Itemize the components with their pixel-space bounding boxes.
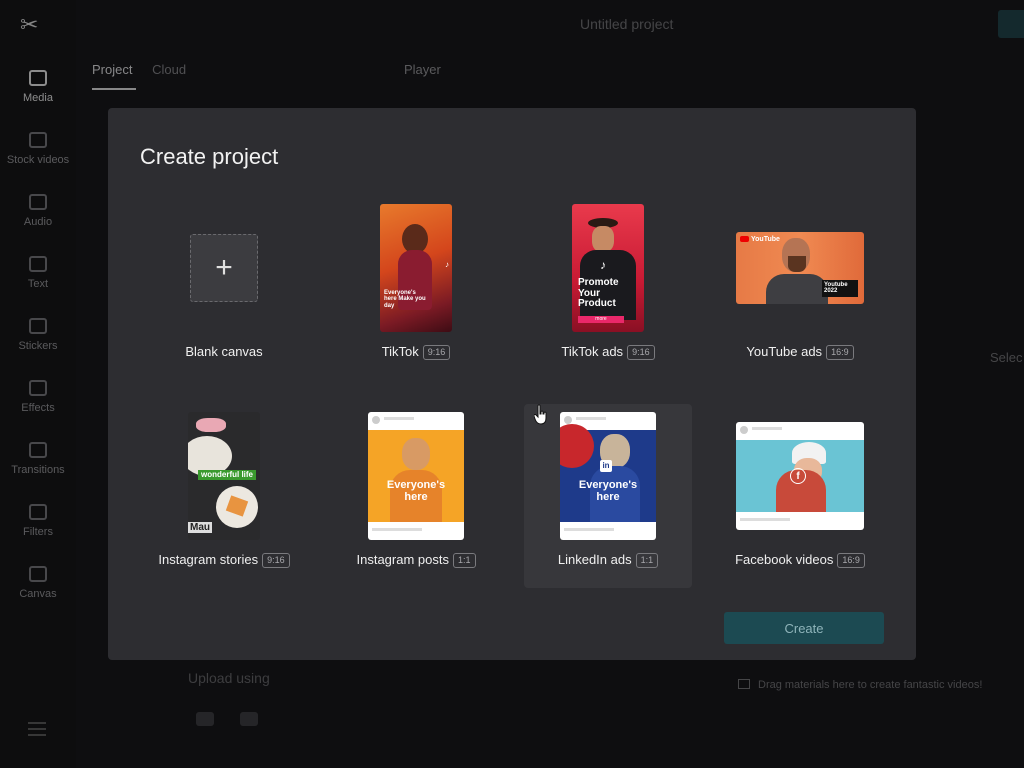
tiktok-thumbnail: Everyone's here Make you day ♪ — [380, 204, 452, 332]
option-instagram-stories[interactable]: wonderful life Mau Instagram stories 9:16 — [140, 404, 308, 588]
option-facebook-videos[interactable]: f Facebook videos 16:9 — [716, 404, 884, 588]
tiktok-ads-thumbnail: ♪ Promote Your Product more — [572, 204, 644, 332]
option-instagram-posts[interactable]: Everyone's here Instagram posts 1:1 — [332, 404, 500, 588]
option-blank-canvas[interactable]: + Blank canvas — [140, 196, 308, 380]
tiktok-icon: ♪ — [445, 260, 449, 269]
option-youtube-ads[interactable]: YouTube Youtube 2022 YouTube ads 16:9 — [716, 196, 884, 380]
linkedin-icon: in — [600, 460, 612, 472]
dialog-title: Create project — [140, 144, 279, 169]
instagram-stories-thumbnail: wonderful life Mau — [188, 412, 260, 540]
facebook-icon: f — [790, 468, 806, 484]
hand-cursor-icon — [534, 404, 547, 425]
instagram-posts-thumbnail: Everyone's here — [368, 412, 464, 540]
youtube-ads-thumbnail: YouTube Youtube 2022 — [736, 232, 864, 304]
tiktok-icon: ♪ — [600, 258, 606, 272]
facebook-videos-thumbnail: f — [736, 422, 864, 530]
create-button[interactable]: Create — [724, 612, 884, 644]
create-project-dialog: Create project + Blank canvas Everyone's… — [108, 108, 916, 660]
plus-icon: + — [190, 234, 258, 302]
option-linkedin-ads[interactable]: in Everyone's here LinkedIn ads 1:1 — [524, 404, 692, 588]
youtube-icon — [740, 236, 749, 242]
option-tiktok-ads[interactable]: ♪ Promote Your Product more TikTok ads 9:… — [524, 196, 692, 380]
option-tiktok[interactable]: Everyone's here Make you day ♪ TikTok 9:1… — [332, 196, 500, 380]
linkedin-ads-thumbnail: in Everyone's here — [560, 412, 656, 540]
